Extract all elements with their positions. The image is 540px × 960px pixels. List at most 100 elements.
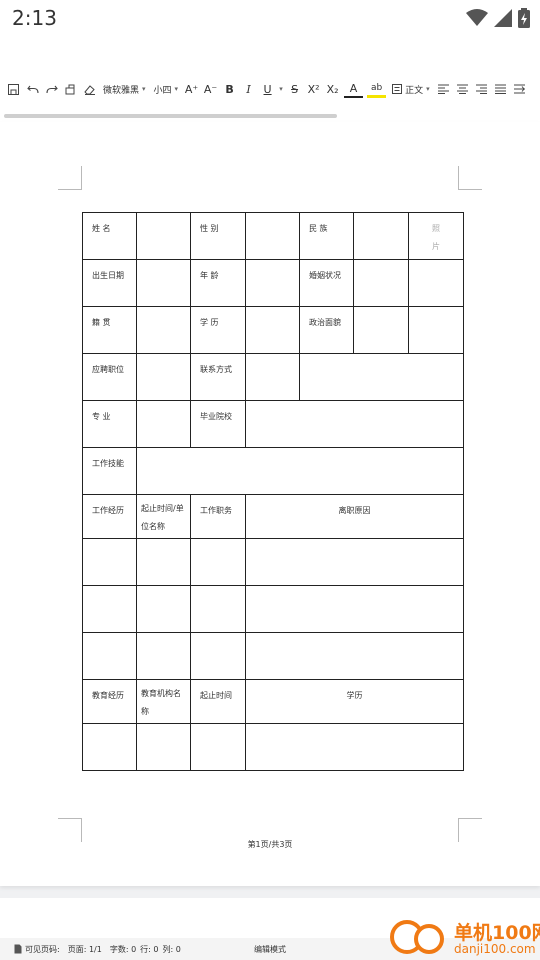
strikethrough-button[interactable]: S bbox=[285, 76, 304, 102]
value-cell[interactable] bbox=[190, 585, 246, 633]
underline-button[interactable]: U bbox=[258, 76, 277, 102]
label-cell[interactable]: 工作经历 bbox=[82, 494, 137, 539]
value-cell[interactable] bbox=[408, 259, 464, 307]
bold-button[interactable]: B bbox=[220, 76, 239, 102]
label-cell[interactable]: 出生日期 bbox=[82, 259, 137, 307]
value-cell[interactable] bbox=[136, 259, 191, 307]
value-cell[interactable] bbox=[245, 353, 300, 401]
underline-options-caret[interactable]: ▾ bbox=[277, 76, 285, 102]
grow-font-button[interactable]: A⁺ bbox=[182, 76, 201, 102]
page-count: 页面: 1/1 bbox=[67, 944, 102, 954]
undo-button[interactable] bbox=[23, 76, 42, 102]
save-button[interactable] bbox=[4, 76, 23, 102]
line-spacing-button[interactable] bbox=[510, 76, 529, 102]
document-area[interactable]: 姓 名 性 别 民 族 照片 出生日期 年 龄 婚姻状况 籍 贯 学 历 政治面… bbox=[0, 122, 540, 898]
edit-mode-label[interactable]: 编辑模式 bbox=[254, 944, 286, 955]
font-name-value: 微软雅黑 bbox=[103, 85, 140, 96]
page-number-footer: 第1页/共3页 bbox=[247, 840, 293, 849]
eraser-icon bbox=[83, 84, 95, 95]
label-cell[interactable]: 性 别 bbox=[190, 212, 246, 260]
subscript-button[interactable]: X₂ bbox=[323, 76, 342, 102]
table-row: 姓 名 性 别 民 族 照片 bbox=[82, 212, 464, 260]
header-cell[interactable]: 起止时间 bbox=[190, 679, 246, 724]
value-cell[interactable] bbox=[245, 400, 464, 448]
label-cell[interactable]: 学 历 bbox=[190, 306, 246, 354]
value-cell[interactable] bbox=[136, 353, 191, 401]
photo-label: 片 bbox=[432, 242, 440, 251]
value-cell[interactable] bbox=[136, 585, 191, 633]
value-cell[interactable] bbox=[136, 212, 191, 260]
label-cell[interactable]: 毕业院校 bbox=[190, 400, 246, 448]
header-cell[interactable]: 教育机构名称 bbox=[136, 679, 191, 724]
toolbar-scrollbar[interactable] bbox=[4, 114, 337, 118]
value-cell[interactable] bbox=[136, 306, 191, 354]
header-cell[interactable]: 起止时间/单位名称 bbox=[136, 494, 191, 539]
value-cell[interactable] bbox=[245, 212, 300, 260]
label-cell[interactable]: 联系方式 bbox=[190, 353, 246, 401]
value-cell[interactable] bbox=[82, 723, 137, 771]
value-cell[interactable] bbox=[245, 306, 300, 354]
value-cell[interactable] bbox=[299, 353, 464, 401]
label-cell[interactable]: 年 龄 bbox=[190, 259, 246, 307]
table-row: 出生日期 年 龄 婚姻状况 bbox=[82, 259, 464, 307]
align-center-button[interactable] bbox=[453, 76, 472, 102]
visible-page-indicator[interactable]: 可见页码: bbox=[14, 944, 60, 955]
shrink-font-button[interactable]: A⁻ bbox=[201, 76, 220, 102]
value-cell[interactable] bbox=[245, 259, 300, 307]
font-size-dropdown[interactable]: 小四 ▾ bbox=[150, 83, 183, 96]
table-row bbox=[82, 538, 464, 586]
eraser-button[interactable] bbox=[80, 76, 99, 102]
value-cell[interactable] bbox=[190, 632, 246, 680]
highlight-button[interactable]: ab bbox=[367, 80, 387, 98]
save-icon bbox=[8, 83, 19, 95]
value-cell[interactable] bbox=[245, 632, 464, 680]
value-cell[interactable] bbox=[245, 585, 464, 633]
value-cell[interactable] bbox=[190, 723, 246, 771]
value-cell[interactable] bbox=[136, 538, 191, 586]
table-row: 教育经历 教育机构名称 起止时间 学历 bbox=[82, 679, 464, 724]
header-cell[interactable]: 工作职务 bbox=[190, 494, 246, 539]
redo-button[interactable] bbox=[42, 76, 61, 102]
justify-button[interactable] bbox=[491, 76, 510, 102]
italic-button[interactable]: I bbox=[239, 76, 258, 102]
label-cell[interactable]: 籍 贯 bbox=[82, 306, 137, 354]
value-cell[interactable] bbox=[136, 723, 191, 771]
value-cell[interactable] bbox=[82, 632, 137, 680]
value-cell[interactable] bbox=[136, 632, 191, 680]
value-cell[interactable] bbox=[82, 538, 137, 586]
align-right-button[interactable] bbox=[472, 76, 491, 102]
label-cell[interactable]: 婚姻状况 bbox=[299, 259, 354, 307]
value-cell[interactable] bbox=[353, 212, 409, 260]
value-cell[interactable] bbox=[245, 723, 464, 771]
label-cell[interactable]: 教育经历 bbox=[82, 679, 137, 724]
label-cell[interactable]: 政治面貌 bbox=[299, 306, 354, 354]
redo-icon bbox=[45, 85, 58, 94]
font-name-dropdown[interactable]: 微软雅黑 ▾ bbox=[99, 83, 150, 96]
label-cell[interactable]: 姓 名 bbox=[82, 212, 137, 260]
header-cell[interactable]: 离职原因 bbox=[245, 494, 464, 539]
label-cell[interactable]: 应聘职位 bbox=[82, 353, 137, 401]
value-cell[interactable] bbox=[136, 447, 464, 495]
value-cell[interactable] bbox=[245, 538, 464, 586]
value-cell[interactable] bbox=[82, 585, 137, 633]
value-cell[interactable] bbox=[190, 538, 246, 586]
label-cell[interactable]: 工作技能 bbox=[82, 447, 137, 495]
line-spacing-icon bbox=[513, 84, 525, 94]
superscript-button[interactable]: X² bbox=[304, 76, 323, 102]
paragraph-style-dropdown[interactable]: 正文 ▾ bbox=[388, 83, 434, 96]
label-cell[interactable]: 民 族 bbox=[299, 212, 354, 260]
photo-cell[interactable]: 照片 bbox=[408, 212, 464, 260]
header-cell[interactable]: 学历 bbox=[245, 679, 464, 724]
page-margin-corner bbox=[58, 166, 82, 190]
font-color-button[interactable]: A bbox=[344, 80, 364, 98]
label-cell[interactable]: 专 业 bbox=[82, 400, 137, 448]
format-painter-button[interactable] bbox=[61, 76, 80, 102]
value-cell[interactable] bbox=[136, 400, 191, 448]
document-page[interactable]: 姓 名 性 别 民 族 照片 出生日期 年 龄 婚姻状况 籍 贯 学 历 政治面… bbox=[0, 122, 540, 886]
align-left-icon bbox=[437, 84, 449, 94]
value-cell[interactable] bbox=[353, 306, 409, 354]
caret-down-icon: ▾ bbox=[174, 85, 179, 93]
align-left-button[interactable] bbox=[434, 76, 453, 102]
value-cell[interactable] bbox=[408, 306, 464, 354]
value-cell[interactable] bbox=[353, 259, 409, 307]
